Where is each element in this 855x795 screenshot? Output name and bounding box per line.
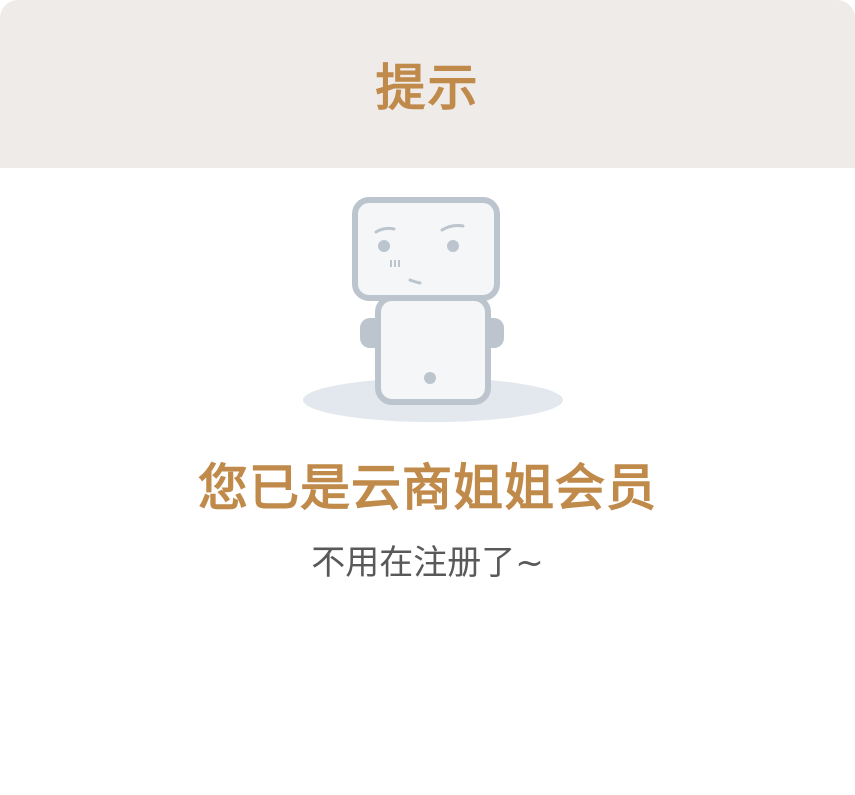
registration-hint: 不用在注册了~ (311, 543, 544, 583)
dialog-header: 提示 (0, 0, 855, 168)
member-status-message: 您已是云商姐姐会员 (198, 459, 657, 517)
notice-dialog: 提示 您已是云商姐姐会员 不用在注册了~ (0, 0, 855, 795)
dialog-title: 提示 (375, 59, 480, 117)
robot-icon (300, 192, 570, 422)
